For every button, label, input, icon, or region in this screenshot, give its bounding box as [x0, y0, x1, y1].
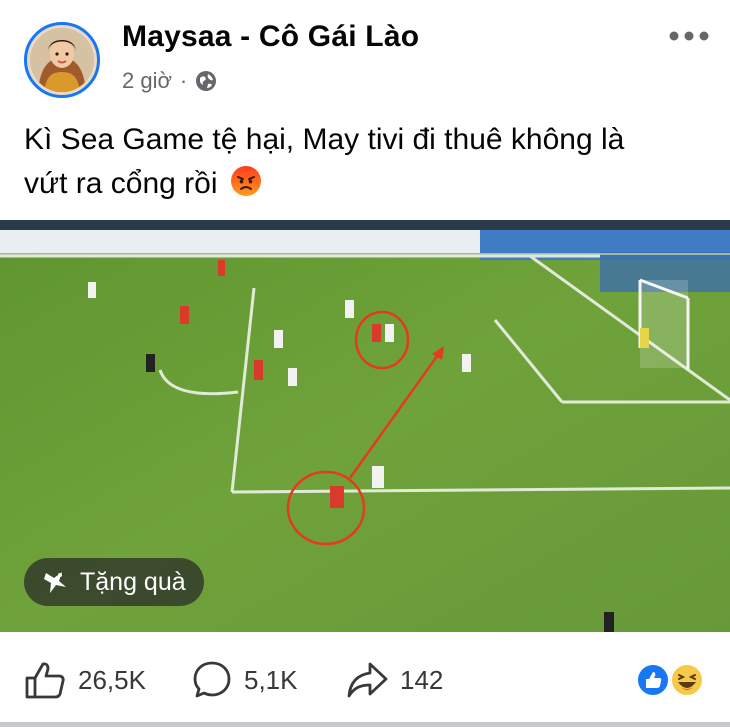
gift-button[interactable]: Tặng quà	[24, 558, 204, 606]
post-text-line-2-text: vứt ra cổng rồi	[24, 167, 218, 200]
comment-button[interactable]: 5,1K	[192, 650, 298, 710]
post-meta: 2 giờ ·	[122, 68, 217, 94]
post-text-line-2: vứt ra cổng rồi	[24, 162, 704, 206]
like-icon	[25, 662, 65, 699]
meta-separator: ·	[179, 68, 188, 93]
share-count: 142	[400, 664, 444, 695]
bottom-divider	[0, 722, 730, 727]
share-button[interactable]: 142	[346, 650, 443, 710]
like-count: 26,5K	[78, 664, 146, 695]
post-image[interactable]: Tặng quà	[0, 220, 730, 632]
angry-face-icon	[230, 166, 261, 196]
comment-icon	[193, 661, 231, 698]
gift-label: Tặng quà	[80, 567, 186, 596]
post-text-line-1: Kì Sea Game tệ hại, May tivi đi thuê khô…	[24, 123, 625, 156]
more-options-icon[interactable]	[668, 28, 710, 44]
globe-icon	[196, 71, 217, 91]
haha-reaction-icon	[670, 663, 704, 697]
share-icon	[347, 662, 388, 698]
comment-count: 5,1K	[244, 664, 298, 695]
author-avatar[interactable]	[24, 22, 100, 98]
like-reaction-icon	[636, 663, 670, 697]
post-time[interactable]: 2 giờ	[122, 68, 172, 94]
post-caption: Kì Sea Game tệ hại, May tivi đi thuê khô…	[24, 118, 704, 206]
author-name[interactable]: Maysaa - Cô Gái Lào	[122, 20, 419, 54]
like-button[interactable]: 26,5K	[24, 650, 146, 710]
gift-icon	[44, 572, 66, 593]
reaction-summary[interactable]	[636, 662, 706, 698]
action-bar: 26,5K 5,1K 142	[0, 650, 730, 710]
